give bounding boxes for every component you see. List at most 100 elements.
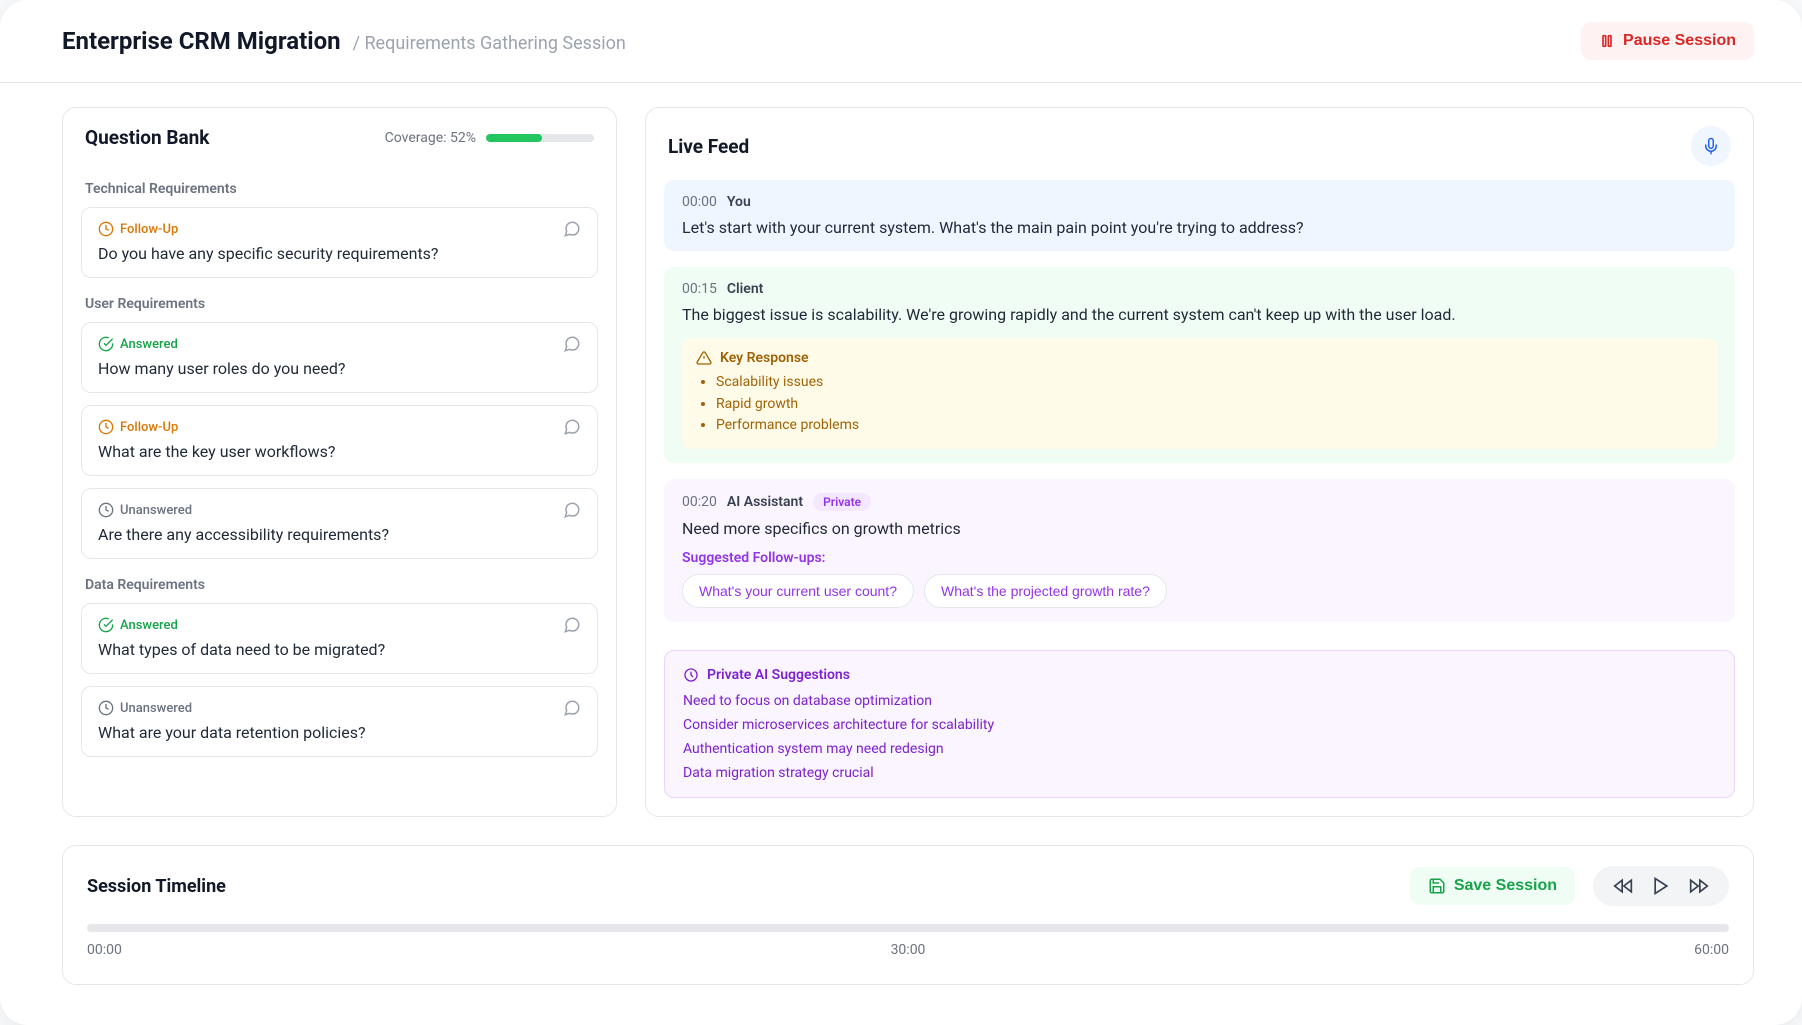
question-bank-scroll[interactable]: Technical Requirements Follow-Up Do you ha… — [63, 163, 616, 816]
question-status: Answered — [98, 617, 178, 633]
suggestion-item[interactable]: Data migration strategy crucial — [683, 765, 1716, 781]
question-bank-panel: Question Bank Coverage: 52% Technical Re… — [62, 107, 617, 817]
answered-icon — [98, 336, 114, 352]
question-status-label: Follow-Up — [120, 222, 178, 237]
alert-icon — [696, 350, 712, 366]
chat-icon — [563, 501, 581, 519]
save-session-label: Save Session — [1454, 877, 1557, 895]
mic-icon — [1702, 137, 1720, 155]
coverage-indicator: Coverage: 52% — [385, 130, 594, 146]
play-button[interactable] — [1649, 874, 1673, 898]
question-status: Follow-Up — [98, 419, 178, 435]
question-status-label: Follow-Up — [120, 420, 178, 435]
message-client: 00:15 Client The biggest issue is scalabil… — [664, 267, 1735, 463]
message-ai: 00:20 AI Assistant Private Need more specif… — [664, 479, 1735, 622]
followups-label: Suggested Follow-ups: — [682, 550, 1717, 566]
private-suggestions-box: Private AI Suggestions Need to focus on … — [664, 650, 1735, 798]
followup-pill[interactable]: What's the projected growth rate? — [924, 574, 1167, 608]
mic-button[interactable] — [1691, 126, 1731, 166]
message-time: 00:20 — [682, 494, 717, 510]
question-status-label: Answered — [120, 337, 178, 352]
message-you: 00:00 You Let's start with your current sy… — [664, 180, 1735, 251]
suggestion-item[interactable]: Consider microservices architecture for … — [683, 717, 1716, 733]
chat-icon — [563, 335, 581, 353]
key-response-item: Rapid growth — [716, 394, 1703, 416]
question-card[interactable]: Follow-Up What are the key user workflows… — [81, 405, 598, 476]
header: Enterprise CRM Migration / Requirements … — [0, 0, 1802, 83]
question-card[interactable]: Answered What types of data need to be mi… — [81, 603, 598, 674]
timeline-panel: Session Timeline Save Session 00:00 30:0… — [62, 845, 1754, 985]
question-text: Are there any accessibility requirements… — [98, 525, 581, 544]
message-speaker: Client — [727, 281, 763, 297]
key-response-item: Scalability issues — [716, 372, 1703, 394]
key-response-item: Performance problems — [716, 415, 1703, 437]
private-suggestions-label: Private AI Suggestions — [707, 667, 850, 683]
message-time: 00:15 — [682, 281, 717, 297]
question-status: Answered — [98, 336, 178, 352]
coverage-progress — [486, 134, 594, 142]
pause-icon — [1599, 33, 1615, 49]
followup-icon — [98, 221, 114, 237]
unanswered-icon — [98, 700, 114, 716]
followup-icon — [98, 419, 114, 435]
question-status-label: Answered — [120, 618, 178, 633]
chat-icon — [563, 616, 581, 634]
question-card[interactable]: Answered How many user roles do you need? — [81, 322, 598, 393]
live-feed-panel: Live Feed 00:00 You Let's start with your … — [645, 107, 1754, 817]
save-icon — [1428, 877, 1446, 895]
question-section-label: Data Requirements — [85, 577, 594, 593]
rewind-button[interactable] — [1611, 874, 1635, 898]
question-status: Follow-Up — [98, 221, 178, 237]
question-text: How many user roles do you need? — [98, 359, 581, 378]
pause-session-label: Pause Session — [1623, 32, 1736, 50]
question-card[interactable]: Follow-Up Do you have any specific securi… — [81, 207, 598, 278]
chat-icon — [563, 418, 581, 436]
live-feed-scroll[interactable]: 00:00 You Let's start with your current sy… — [646, 180, 1753, 650]
suggestion-item[interactable]: Authentication system may need redesign — [683, 741, 1716, 757]
question-card[interactable]: Unanswered Are there any accessibility re… — [81, 488, 598, 559]
chat-icon — [563, 220, 581, 238]
brain-icon — [683, 667, 699, 683]
breadcrumb: / Requirements Gathering Session — [353, 33, 626, 54]
timeline-labels: 00:00 30:00 60:00 — [87, 942, 1729, 958]
question-section-label: Technical Requirements — [85, 181, 594, 197]
question-text: Do you have any specific security requir… — [98, 244, 581, 263]
private-badge: Private — [813, 493, 871, 511]
message-time: 00:00 — [682, 194, 717, 210]
chat-icon — [563, 699, 581, 717]
media-controls — [1593, 866, 1729, 906]
key-response-label: Key Response — [720, 350, 809, 366]
message-text: Let's start with your current system. Wh… — [682, 218, 1717, 237]
message-text: Need more specifics on growth metrics — [682, 519, 1717, 538]
unanswered-icon — [98, 502, 114, 518]
key-response-box: Key Response Scalability issuesRapid grow… — [682, 338, 1717, 449]
suggestion-item[interactable]: Need to focus on database optimization — [683, 693, 1716, 709]
message-speaker: AI Assistant — [727, 494, 803, 510]
question-text: What are the key user workflows? — [98, 442, 581, 461]
save-session-button[interactable]: Save Session — [1410, 867, 1575, 905]
question-status-label: Unanswered — [120, 701, 192, 716]
live-feed-title: Live Feed — [668, 135, 749, 158]
timeline-label-start: 00:00 — [87, 942, 122, 958]
rewind-icon — [1613, 876, 1633, 896]
play-icon — [1651, 876, 1671, 896]
fast-forward-icon — [1689, 876, 1709, 896]
question-text: What are your data retention policies? — [98, 723, 581, 742]
coverage-label: Coverage: 52% — [385, 130, 476, 146]
question-bank-title: Question Bank — [85, 126, 209, 149]
answered-icon — [98, 617, 114, 633]
message-text: The biggest issue is scalability. We're … — [682, 305, 1717, 324]
timeline-label-mid: 30:00 — [891, 942, 926, 958]
question-status: Unanswered — [98, 502, 192, 518]
question-section-label: User Requirements — [85, 296, 594, 312]
question-text: What types of data need to be migrated? — [98, 640, 581, 659]
page-title: Enterprise CRM Migration — [62, 27, 341, 55]
followup-pill[interactable]: What's your current user count? — [682, 574, 914, 608]
question-status: Unanswered — [98, 700, 192, 716]
pause-session-button[interactable]: Pause Session — [1581, 22, 1754, 60]
question-card[interactable]: Unanswered What are your data retention p… — [81, 686, 598, 757]
timeline-label-end: 60:00 — [1694, 942, 1729, 958]
message-speaker: You — [727, 194, 751, 210]
fast-forward-button[interactable] — [1687, 874, 1711, 898]
timeline-bar[interactable] — [87, 924, 1729, 932]
